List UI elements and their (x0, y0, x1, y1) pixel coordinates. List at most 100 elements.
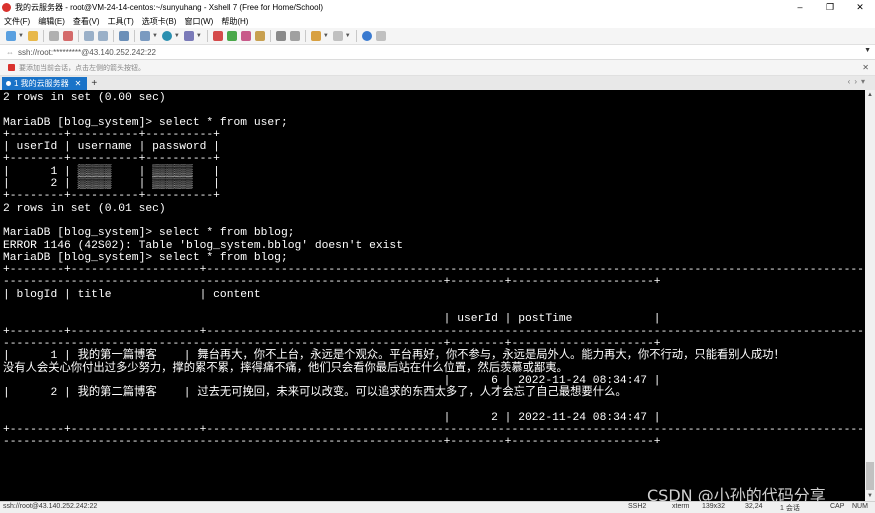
reconnect-icon[interactable] (48, 31, 59, 41)
hint-text: 要添加当前会话，点击左侧的箭头按钮。 (19, 64, 145, 72)
terminal-line: MariaDB [blog_system]> select * from use… (3, 116, 288, 129)
terminal-line: | blogId | title | content (3, 288, 261, 301)
menu-tabs[interactable]: 选项卡(B) (138, 16, 181, 27)
color-icon[interactable] (161, 31, 172, 41)
toolbar-separator (355, 30, 357, 42)
chevron-down-icon[interactable]: ▼ (174, 33, 180, 39)
bookmark-icon[interactable] (8, 64, 15, 71)
terminal-line: 没有人会关心你付出过多少努力，撑的累不累，摔得痛不痛，他们只会看你最后站在什么位… (3, 362, 568, 375)
tab-label: 1 我的云服务器 (14, 78, 69, 88)
font-icon[interactable] (183, 31, 194, 41)
terminal-line: +--------+-------------------+----------… (3, 325, 865, 338)
menu-tools[interactable]: 工具(T) (104, 16, 138, 27)
terminal-line: +--------+----------+----------+ (3, 190, 220, 203)
menu-file[interactable]: 文件(F) (0, 16, 34, 27)
terminal-line: +--------+----------+----------+ (3, 153, 220, 166)
minimize-button[interactable]: – (785, 0, 815, 14)
add-tab-button[interactable]: + (91, 78, 97, 89)
terminal-line: +--------+-------------------+----------… (3, 264, 865, 277)
session-hint-bar: 要添加当前会话，点击左侧的箭头按钮。 ✕ (0, 60, 875, 76)
new-session-icon[interactable] (6, 31, 16, 41)
menu-view[interactable]: 查看(V) (69, 16, 104, 27)
fullscreen-icon[interactable] (332, 31, 343, 41)
find-icon[interactable] (118, 31, 129, 41)
terminal-line: | userId | username | password | (3, 141, 220, 154)
terminal-line: | 1 | 我的第一篇博客 | 舞台再大，你不上台，永远是个观众。平台再好，你不… (3, 350, 785, 363)
terminal-line: MariaDB [blog_system]> select * from blo… (3, 251, 288, 264)
scrollbar-thumb[interactable] (866, 462, 874, 490)
terminal-line: 2 rows in set (0.01 sec) (3, 202, 166, 215)
chevron-down-icon[interactable]: ▼ (152, 33, 158, 39)
window-controls: – ❐ ✕ (785, 0, 875, 14)
tab-bar: 1 我的云服务器 ✕ + ‹›▾ (0, 76, 875, 90)
menu-bar: 文件(F) 编辑(E) 查看(V) 工具(T) 选项卡(B) 窗口(W) 帮助(… (0, 14, 875, 28)
toolbar-separator (206, 30, 208, 42)
menu-help[interactable]: 帮助(H) (217, 16, 252, 27)
help-icon[interactable] (361, 31, 372, 41)
keyboard-icon[interactable] (275, 31, 286, 41)
terminal-line: +--------+-------------------+----------… (3, 424, 865, 437)
toolbar-separator (42, 30, 44, 42)
window-title: 我的云服务器 - root@VM-24-14-centos:~/sunyuhan… (15, 2, 324, 12)
link-icon: ⇔ (6, 47, 14, 57)
terminal-line: | 2 | 2022-11-24 08:34:47 | (3, 411, 661, 424)
toolbar-separator (304, 30, 306, 42)
terminal-line: +--------+----------+----------+ (3, 128, 220, 141)
terminal-line: ----------------------------------------… (3, 276, 661, 289)
transfer-icon[interactable] (212, 31, 223, 41)
close-button[interactable]: ✕ (845, 0, 875, 14)
status-connection: ssh://root@43.140.252.242:22 (3, 503, 98, 510)
menu-window[interactable]: 窗口(W) (180, 16, 217, 27)
script-icon[interactable] (240, 31, 251, 41)
status-cursor: 32,24 (745, 503, 763, 510)
terminal-output: 2 rows in set (0.00 sec) MariaDB [blog_sy… (0, 90, 865, 449)
xshell-app-icon (2, 2, 11, 12)
restore-button[interactable]: ❐ (815, 0, 845, 14)
toolbar-separator (112, 30, 114, 42)
status-terminal-type: xterm (672, 503, 690, 510)
xftp-icon[interactable] (226, 31, 237, 41)
status-num: NUM (852, 503, 868, 510)
scroll-down-icon[interactable]: ▼ (865, 491, 875, 501)
compose-icon[interactable] (289, 31, 300, 41)
menu-edit[interactable]: 编辑(E) (34, 16, 69, 27)
tab-session-1[interactable]: 1 我的云服务器 ✕ (2, 76, 88, 90)
session-status-icon (6, 80, 11, 86)
terminal-line: MariaDB [blog_system]> select * from bbl… (3, 227, 295, 240)
properties-icon[interactable] (139, 31, 150, 41)
chevron-down-icon[interactable]: ▼ (323, 33, 329, 39)
address-bar[interactable]: ⇔ ssh://root:*********@43.140.252.242:22… (0, 45, 875, 60)
address-value[interactable]: ssh://root:*********@43.140.252.242:22 (18, 48, 156, 57)
chevron-down-icon[interactable]: ▼ (345, 33, 351, 39)
toolbar: ▼ ▼ ▼ ▼ ▼ ▼ (0, 28, 875, 45)
terminal-line: | 1 | ▒▒▒▒▒ | ▒▒▒▒▒▒ | (3, 165, 220, 178)
toolbar-separator (133, 30, 135, 42)
open-folder-icon[interactable] (27, 31, 38, 41)
terminal-pane[interactable]: 2 rows in set (0.00 sec) MariaDB [blog_sy… (0, 90, 865, 501)
status-sessions: 1 会话 (780, 505, 800, 512)
chevron-down-icon[interactable]: ▼ (18, 33, 24, 39)
terminal-line: ERROR 1146 (42S02): Table 'blog_system.b… (3, 239, 403, 252)
disconnect-icon[interactable] (62, 31, 73, 41)
terminal-line: | userId | postTime | (3, 313, 661, 326)
scroll-up-icon[interactable]: ▲ (865, 90, 875, 100)
tab-nav-arrows[interactable]: ‹›▾ (848, 77, 869, 86)
terminal-line: | 6 | 2022-11-24 08:34:47 | (3, 374, 661, 387)
chevron-down-icon[interactable]: ▼ (196, 33, 202, 39)
status-bar: ssh://root@43.140.252.242:22 SSH2 xterm … (0, 501, 875, 513)
chat-icon[interactable] (375, 31, 386, 41)
lock-icon[interactable] (254, 31, 265, 41)
close-icon[interactable]: ✕ (862, 63, 869, 72)
copy-icon[interactable] (83, 31, 94, 41)
status-protocol: SSH2 (628, 503, 647, 510)
terminal-line: | 2 | ▒▒▒▒▒ | ▒▒▒▒▒▒ | (3, 178, 220, 191)
chevron-down-icon[interactable]: ▼ (864, 47, 871, 54)
paste-icon[interactable] (97, 31, 108, 41)
terminal-scrollbar[interactable]: ▲ ▼ (865, 90, 875, 501)
layout-icon[interactable] (310, 31, 321, 41)
title-bar: 我的云服务器 - root@VM-24-14-centos:~/sunyuhan… (0, 0, 875, 14)
close-icon[interactable]: ✕ (75, 79, 82, 88)
